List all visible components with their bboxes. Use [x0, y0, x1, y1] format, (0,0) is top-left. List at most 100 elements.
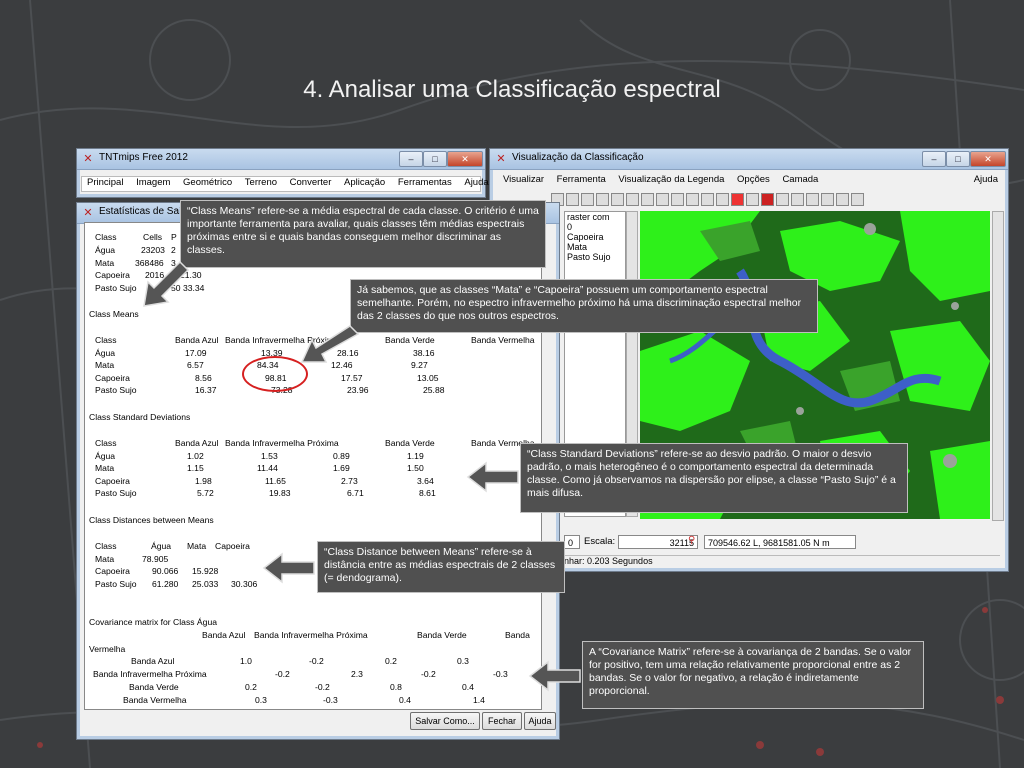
callout-covariance: A “Covariance Matrix” refere-se à covari…	[582, 641, 924, 709]
cursor-icon[interactable]	[791, 193, 804, 207]
dist-value: 78.905	[142, 554, 169, 564]
classview-close-button[interactable]: ✕	[970, 151, 1006, 167]
legend-item[interactable]: Capoeira	[567, 232, 625, 242]
menu-visualizar[interactable]: Visualizar	[498, 174, 549, 185]
cov-value: 0.2	[245, 682, 257, 692]
menu-principal[interactable]: Principal	[82, 177, 128, 188]
means-value: 9.27	[411, 360, 428, 370]
menu-converter[interactable]: Converter	[285, 177, 337, 188]
summary-class: Água	[95, 245, 116, 255]
save-as-button[interactable]: Salvar Como...	[410, 712, 480, 730]
forward-icon[interactable]	[716, 193, 729, 207]
menu-aplicacao[interactable]: Aplicação	[339, 177, 390, 188]
zoom-box-icon[interactable]	[611, 193, 624, 207]
info-icon[interactable]	[671, 193, 684, 207]
cov-row-label: Banda Vermelha	[123, 695, 187, 705]
cov-value: 1.4	[473, 695, 485, 705]
close-stats-button[interactable]: Fechar	[482, 712, 522, 730]
dist-header: Mata	[187, 541, 207, 551]
menu-opcoes[interactable]: Opções	[732, 174, 775, 185]
record-icon[interactable]	[761, 193, 774, 207]
back-icon[interactable]	[701, 193, 714, 207]
help-button[interactable]: Ajuda	[524, 712, 556, 730]
arrow-covariance	[528, 660, 581, 692]
menu-ferramentas[interactable]: Ferramentas	[393, 177, 457, 188]
color-icon[interactable]	[836, 193, 849, 207]
cov-value: 1.0	[240, 656, 252, 666]
std-class: Água	[95, 451, 116, 461]
close-button[interactable]: ✕	[447, 151, 483, 167]
std-value: 3.64	[417, 476, 434, 486]
zoom-in-icon[interactable]	[566, 193, 579, 207]
legend-item[interactable]: raster com	[567, 212, 625, 222]
means-title: Class Means	[89, 309, 139, 319]
zoom-full-icon[interactable]	[596, 193, 609, 207]
band-header: Banda Vermelha	[471, 335, 535, 345]
zoom-out-icon[interactable]	[581, 193, 594, 207]
select-icon[interactable]	[806, 193, 819, 207]
slide-title: 4. Analisar uma Classificação espectral	[303, 76, 721, 103]
classview-minimize-button[interactable]: –	[922, 151, 946, 167]
search-icon[interactable]	[746, 193, 759, 207]
summary-header-cells: Cells	[143, 232, 163, 242]
means-value: 8.56	[195, 373, 212, 383]
std-value: 1.19	[407, 451, 424, 461]
means-class: Capoeira	[95, 373, 130, 383]
legend-item[interactable]: Mata	[567, 242, 625, 252]
stop-icon[interactable]	[731, 193, 744, 207]
redraw-icon[interactable]	[641, 193, 654, 207]
camera-icon[interactable]	[656, 193, 669, 207]
cov-value: -0.2	[275, 669, 290, 679]
arrow-std-dev	[466, 461, 519, 493]
band-header: Class	[95, 335, 117, 345]
zoom-field: 0	[564, 535, 580, 549]
legend-icon[interactable]	[851, 193, 864, 207]
means-value: 13.05	[417, 373, 439, 383]
menu-visualizacao-legenda[interactable]: Visualização da Legenda	[613, 174, 729, 185]
band-header: Banda Verde	[385, 335, 435, 345]
std-value: 11.44	[257, 463, 278, 473]
map-scrollbar-vertical[interactable]	[992, 211, 1004, 521]
dist-class: Mata	[95, 554, 115, 564]
stats-app-icon: ✕	[83, 207, 93, 219]
std-value: 1.98	[195, 476, 212, 486]
std-class: Capoeira	[95, 476, 130, 486]
cov-title: Covariance matrix for Class Água	[89, 617, 217, 627]
settings-icon[interactable]	[776, 193, 789, 207]
menu-ferramenta[interactable]: Ferramenta	[552, 174, 611, 185]
menu-camada[interactable]: Camada	[777, 174, 823, 185]
callout-mata-capoeira: Já sabemos, que as classes “Mata” e “Cap…	[350, 279, 818, 333]
zoom-layer-icon[interactable]	[626, 193, 639, 207]
measure-icon[interactable]	[686, 193, 699, 207]
std-value: 1.02	[187, 451, 204, 461]
classview-title: Visualização da Classificação	[512, 152, 644, 163]
means-value: 17.09	[185, 348, 207, 358]
legend-item[interactable]: 0	[567, 222, 625, 232]
render-time: nhar: 0.203 Segundos	[564, 555, 1000, 569]
maximize-button[interactable]: □	[423, 151, 447, 167]
cov-header: Banda	[505, 630, 530, 640]
menu-terreno[interactable]: Terreno	[240, 177, 282, 188]
help-icon[interactable]	[821, 193, 834, 207]
cov-value: -0.2	[421, 669, 436, 679]
callout-class-means: “Class Means” refere-se a média espectra…	[180, 200, 546, 268]
menu-geometrico[interactable]: Geométrico	[178, 177, 237, 188]
classview-menubar: Visualizar Ferramenta Visualização da Le…	[498, 174, 1004, 188]
band-header: Class	[95, 438, 117, 448]
std-value: 8.61	[419, 488, 436, 498]
std-value: 6.71	[347, 488, 364, 498]
means-value: 38.16	[413, 348, 435, 358]
tntmips-titlebar: ✕ TNTmips Free 2012 – □ ✕	[77, 149, 485, 170]
summary-p: 2	[171, 245, 176, 255]
cov-value: 2.3	[351, 669, 363, 679]
menu-imagem[interactable]: Imagem	[131, 177, 175, 188]
std-value: 2.73	[341, 476, 358, 486]
std-class: Pasto Sujo	[95, 488, 137, 498]
classview-menu-ajuda[interactable]: Ajuda	[974, 174, 998, 185]
minimize-button[interactable]: –	[399, 151, 423, 167]
dist-value: 30.306	[231, 579, 258, 589]
scale-input[interactable]: 32115	[618, 535, 698, 549]
means-value: 16.37	[195, 385, 217, 395]
legend-item[interactable]: Pasto Sujo	[567, 252, 625, 262]
classview-maximize-button[interactable]: □	[946, 151, 970, 167]
